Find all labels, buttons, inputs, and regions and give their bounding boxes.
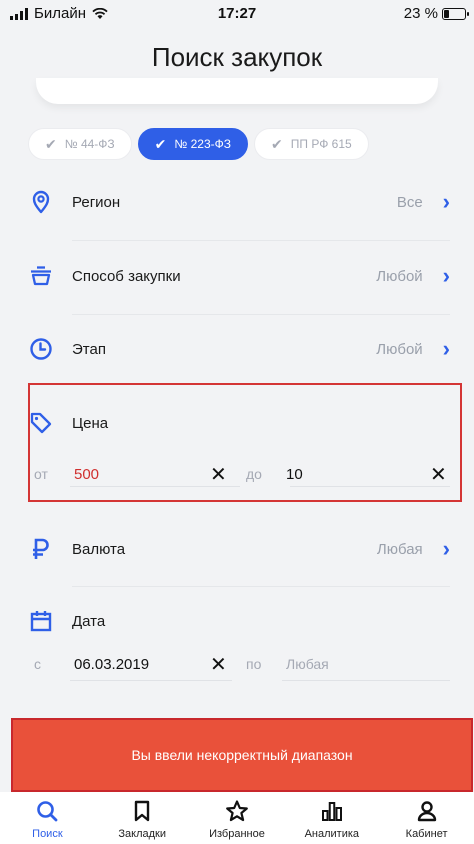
- close-icon[interactable]: ✕: [210, 462, 246, 487]
- location-pin-icon: [28, 190, 54, 214]
- filter-value: Любая: [376, 540, 423, 558]
- check-icon: ✔: [45, 135, 57, 152]
- chip-label: № 44-ФЗ: [64, 137, 115, 151]
- bookmark-icon: [133, 798, 151, 824]
- price-tag-icon: [28, 411, 54, 435]
- ruble-icon: [28, 537, 54, 561]
- tab-label: Закладки: [118, 828, 166, 840]
- clock-icon: [28, 337, 54, 361]
- chevron-right-icon: ›: [442, 536, 450, 561]
- date-to-input[interactable]: Любая: [286, 656, 430, 672]
- tab-analytics[interactable]: Аналитика: [284, 792, 379, 844]
- calendar-icon: [28, 609, 54, 633]
- date-from-input[interactable]: 06.03.2019: [74, 656, 210, 673]
- price-from-prefix: от: [34, 466, 48, 482]
- date-to-underline: [282, 680, 450, 681]
- error-message: Вы ввели некорректный диапазон: [131, 747, 353, 763]
- page-title: Поиск закупок: [151, 42, 323, 72]
- filter-value: Все: [396, 193, 423, 211]
- filter-price-header: Цена: [28, 411, 450, 435]
- price-from-underline: [70, 486, 240, 487]
- error-banner: Вы ввели некорректный диапазон: [11, 718, 473, 792]
- price-to-input[interactable]: 10: [286, 466, 430, 483]
- filter-label: Регион: [72, 193, 121, 211]
- chip-label: ПП РФ 615: [290, 137, 352, 151]
- close-icon[interactable]: ✕: [430, 462, 452, 487]
- filter-label: Валюта: [72, 540, 126, 558]
- filter-value: Любой: [376, 340, 423, 358]
- tab-bookmarks[interactable]: Закладки: [95, 792, 190, 844]
- close-icon[interactable]: ✕: [210, 652, 246, 677]
- check-icon: ✔: [154, 135, 167, 152]
- battery-icon: [442, 7, 469, 20]
- search-icon: [36, 798, 58, 824]
- filter-label: Дата: [72, 612, 106, 630]
- chevron-right-icon: ›: [442, 336, 450, 361]
- chip-223fz[interactable]: ✔ № 223-ФЗ: [137, 128, 248, 160]
- tab-search[interactable]: Поиск: [0, 792, 95, 844]
- law-filter-chips: ✔ № 44-ФЗ ✔ № 223-ФЗ ✔ ПП РФ 615: [28, 128, 369, 160]
- date-from-underline: [70, 680, 232, 681]
- divider: [72, 314, 450, 315]
- star-icon: [225, 798, 249, 824]
- search-field-card[interactable]: [36, 78, 438, 104]
- price-to-underline: [290, 486, 450, 487]
- chevron-right-icon: ›: [442, 189, 450, 214]
- status-bar: Билайн 17:27 23 %: [0, 0, 474, 28]
- date-to-prefix: по: [246, 656, 262, 672]
- price-inputs: от 500 ✕ до 10 ✕: [34, 462, 452, 486]
- filter-procurement-method[interactable]: Способ закупки Любой ›: [28, 264, 450, 288]
- filter-value: Любой: [376, 267, 423, 285]
- battery-percent: 23 %: [403, 5, 438, 22]
- filter-region[interactable]: Регион Все ›: [28, 190, 450, 214]
- chip-44fz[interactable]: ✔ № 44-ФЗ: [28, 128, 132, 160]
- divider: [72, 586, 450, 587]
- basket-icon: [28, 264, 54, 288]
- check-icon: ✔: [271, 135, 283, 152]
- battery-group: 23 %: [403, 5, 469, 22]
- date-from-prefix: с: [34, 656, 41, 672]
- tab-label: Аналитика: [304, 828, 360, 840]
- chart-icon: [320, 798, 344, 824]
- filter-date-header: Дата: [28, 609, 450, 633]
- filter-label: Этап: [72, 340, 106, 358]
- chip-label: № 223-ФЗ: [174, 137, 231, 151]
- tab-favorites[interactable]: Избранное: [190, 792, 285, 844]
- filter-currency[interactable]: Валюта Любая ›: [28, 537, 450, 561]
- filter-label: Способ закупки: [72, 267, 181, 285]
- price-from-input[interactable]: 500: [74, 466, 210, 483]
- date-inputs: с 06.03.2019 ✕ по Любая: [34, 652, 452, 676]
- chevron-right-icon: ›: [442, 263, 450, 288]
- tab-label: Кабинет: [405, 828, 448, 840]
- user-icon: [416, 798, 438, 824]
- tab-label: Избранное: [209, 828, 265, 840]
- filter-stage[interactable]: Этап Любой ›: [28, 337, 450, 361]
- screen: Билайн 17:27 23 % Поиск закупок ✔ № 44-Ф…: [0, 0, 474, 844]
- price-to-prefix: до: [246, 466, 262, 482]
- divider: [72, 240, 450, 241]
- filter-label: Цена: [72, 414, 109, 432]
- tab-account[interactable]: Кабинет: [379, 792, 474, 844]
- tab-label: Поиск: [32, 828, 63, 840]
- chip-pp615[interactable]: ✔ ПП РФ 615: [254, 128, 369, 160]
- bottom-tab-bar: Поиск Закладки Избранное Аналитика Кабин…: [0, 792, 474, 844]
